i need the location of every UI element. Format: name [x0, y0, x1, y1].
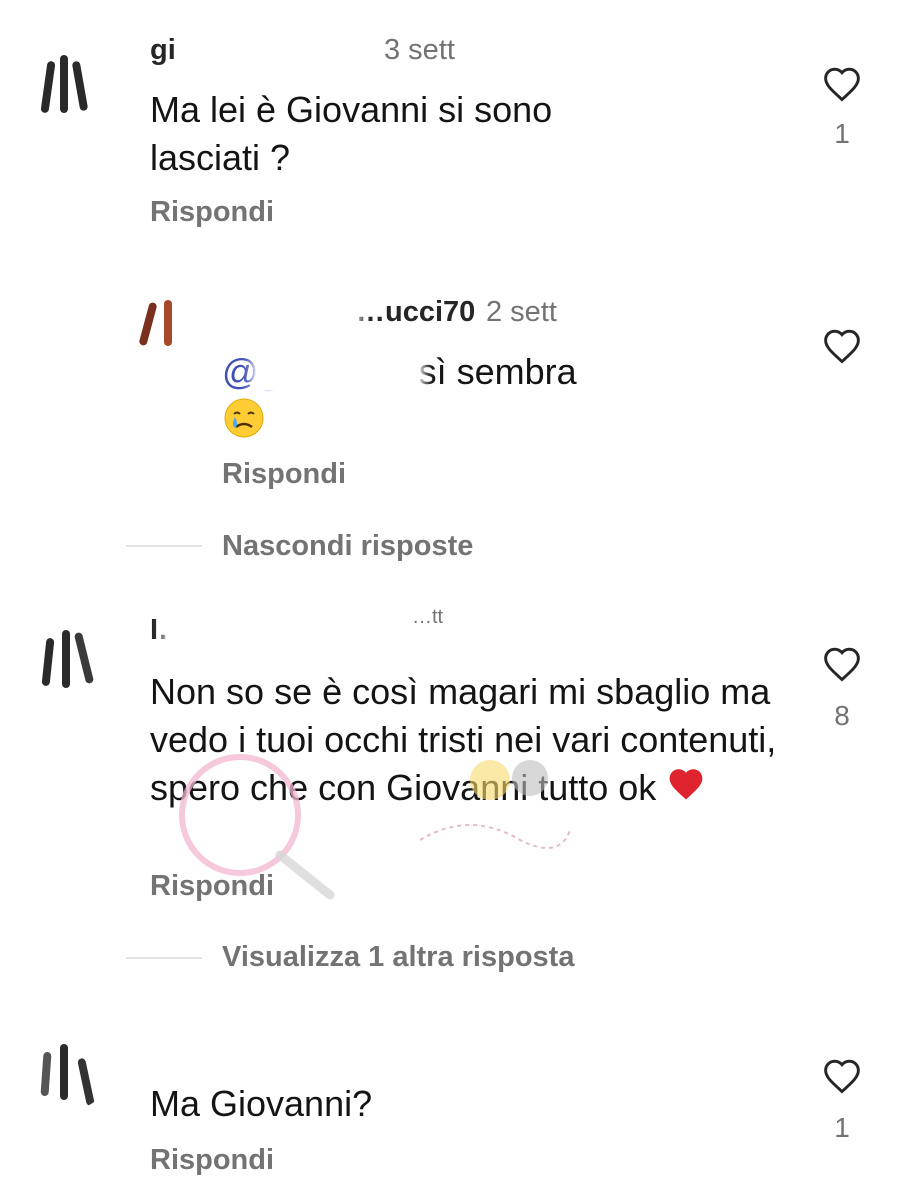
red-heart-emoji: [666, 766, 706, 814]
comment-text: Ma lei è Giovanni si sono lasciati ?: [150, 89, 553, 178]
comment-time: …tt: [412, 606, 444, 628]
like-count: 8: [834, 700, 850, 731]
like-count: 1: [834, 1112, 850, 1143]
avatar[interactable]: [30, 1030, 110, 1110]
heart-outline-icon[interactable]: [822, 66, 862, 102]
heart-outline-icon[interactable]: [822, 328, 862, 364]
redaction: [170, 614, 400, 644]
view-more-replies-button[interactable]: Visualizza 1 altra risposta: [222, 941, 574, 974]
heart-outline-icon[interactable]: [822, 646, 862, 682]
reply-button[interactable]: Rispondi: [150, 870, 274, 903]
redaction: [150, 1030, 450, 1056]
avatar[interactable]: [30, 618, 110, 698]
thread-line: [126, 957, 202, 959]
redaction: [190, 30, 370, 66]
comment-username[interactable]: gi: [150, 34, 176, 67]
comment-time: 3 sett: [384, 34, 455, 66]
reply-button[interactable]: Rispondi: [150, 196, 274, 229]
comment-time: 2 sett: [486, 296, 557, 328]
comment-text: Non so se è così magari mi sbaglio ma ve…: [150, 668, 780, 814]
reply-button[interactable]: Rispondi: [150, 1144, 274, 1177]
avatar[interactable]: [130, 292, 192, 354]
heart-outline-icon[interactable]: [822, 1058, 862, 1094]
comment-text: Ma Giovanni?: [150, 1083, 373, 1124]
reply-button[interactable]: Rispondi: [222, 458, 346, 491]
thread-line: [126, 545, 202, 547]
hide-replies-button[interactable]: Nascondi risposte: [222, 530, 473, 563]
avatar[interactable]: [30, 45, 110, 125]
redaction: [258, 350, 418, 390]
like-count: 1: [834, 118, 850, 149]
comment-username[interactable]: …ucci70: [356, 296, 475, 329]
crying-face-emoji: [222, 396, 266, 452]
redaction: [222, 292, 354, 326]
